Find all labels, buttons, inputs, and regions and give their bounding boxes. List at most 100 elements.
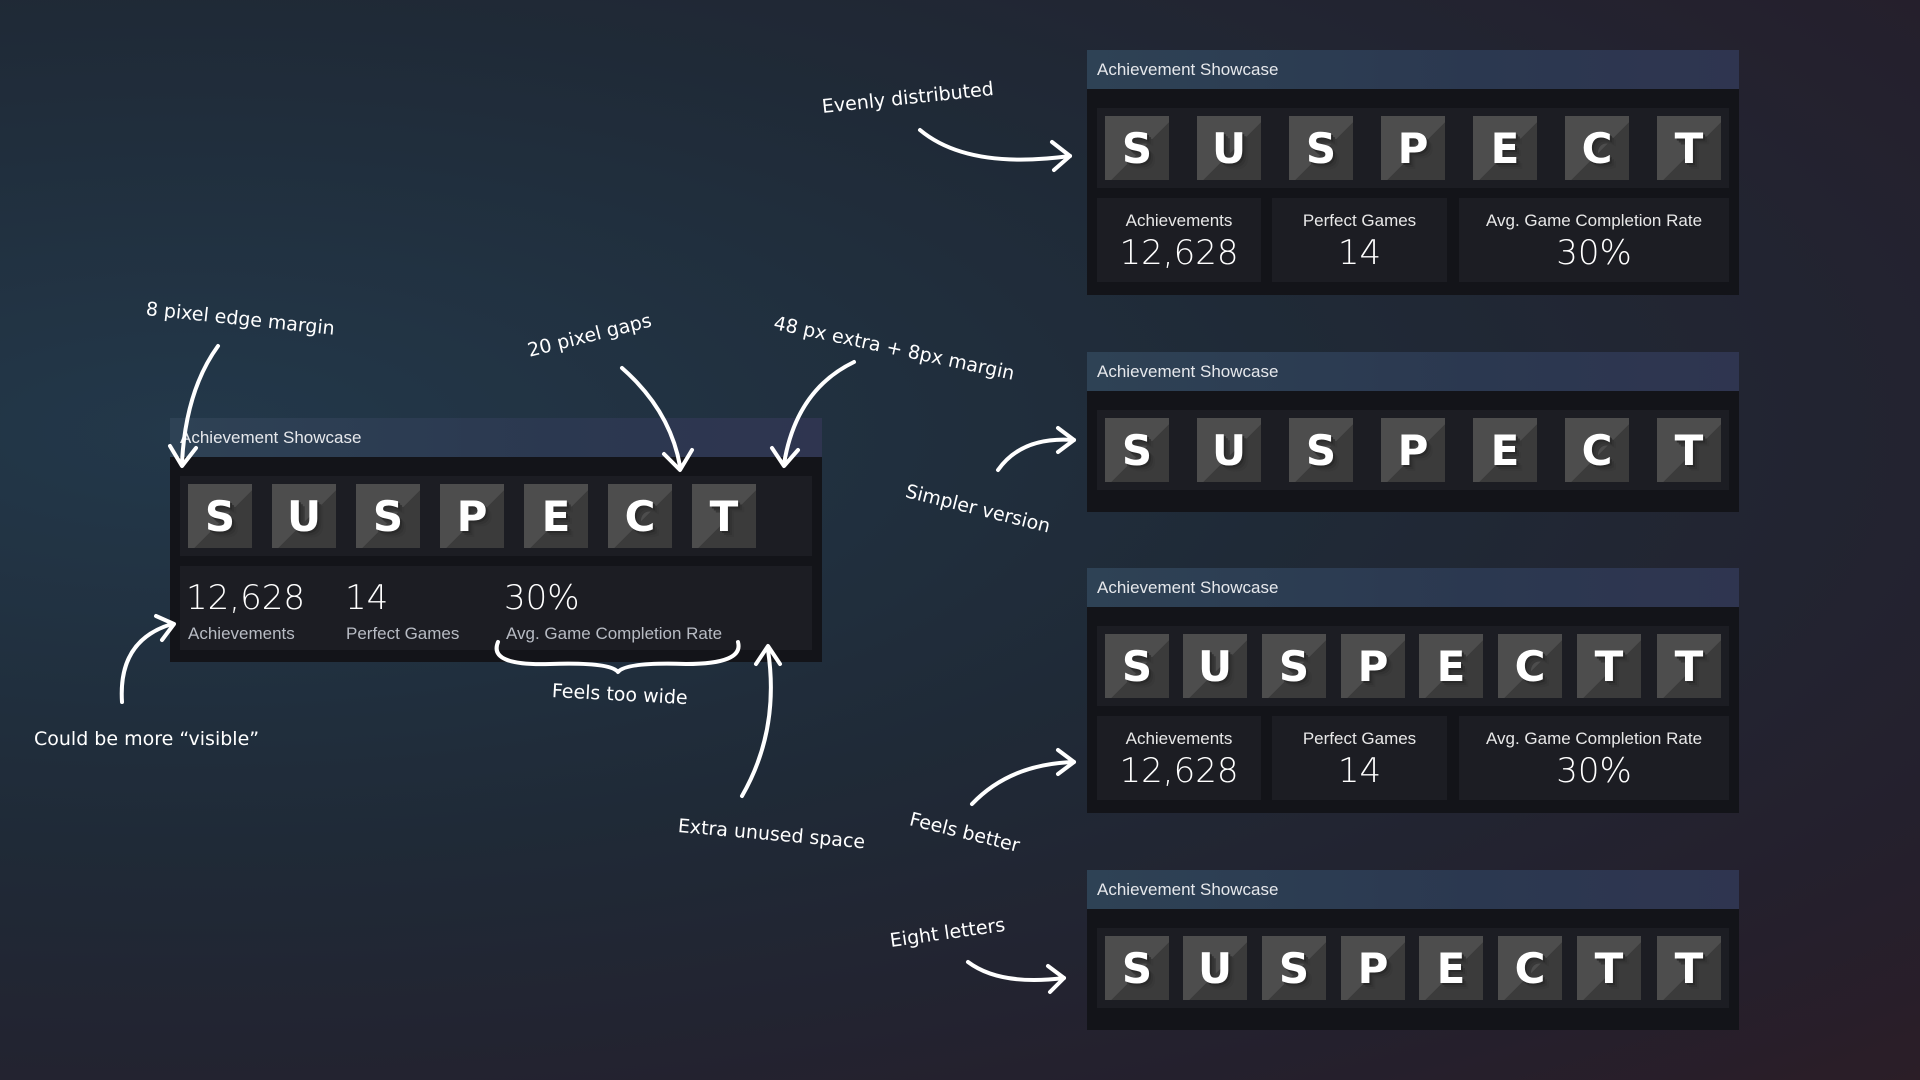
letter-tile: T bbox=[1657, 936, 1721, 1000]
letter: C bbox=[624, 491, 656, 541]
letter-tile: U bbox=[1183, 936, 1247, 1000]
letter: U bbox=[1211, 123, 1247, 173]
letter-tile: S bbox=[1262, 936, 1326, 1000]
letter: E bbox=[1490, 425, 1520, 475]
letter: U bbox=[1211, 425, 1247, 475]
arrow-more-visible bbox=[119, 622, 174, 704]
letter-tile: T bbox=[1657, 634, 1721, 698]
annotation-too-wide: Feels too wide bbox=[551, 680, 689, 710]
letter-tile: E bbox=[1473, 418, 1537, 482]
letter-row: S U S P E C T bbox=[1097, 108, 1729, 188]
letter-tile: P bbox=[1381, 418, 1445, 482]
stat-value: 12,628 bbox=[1119, 751, 1239, 791]
stat-achievements: Achievements 12,628 bbox=[1097, 198, 1261, 282]
letter-tile: U bbox=[1197, 418, 1261, 482]
showcase-eight-letters: Achievement Showcase S U S P E C T T bbox=[1087, 870, 1739, 1030]
letter: T bbox=[1594, 641, 1624, 691]
letter-tile: T bbox=[1657, 418, 1721, 482]
letter: E bbox=[541, 491, 571, 541]
letter: S bbox=[1121, 943, 1153, 993]
stat-perfect-games: Perfect Games 14 bbox=[1272, 716, 1447, 800]
stat-value: 30% bbox=[1556, 751, 1632, 791]
stat-value: 14 bbox=[1337, 751, 1382, 791]
letter-tile: E bbox=[1419, 936, 1483, 1000]
letter-tile: T bbox=[1657, 116, 1721, 180]
letter: P bbox=[1397, 425, 1429, 475]
letter-tile: S bbox=[356, 484, 420, 548]
letter: C bbox=[1514, 641, 1546, 691]
arrow-simpler-version bbox=[996, 437, 1076, 472]
arrow-unused-space bbox=[740, 648, 773, 798]
letter: T bbox=[709, 491, 739, 541]
letter-tile: E bbox=[524, 484, 588, 548]
letter-row: S U S P E C T T bbox=[1097, 928, 1729, 1008]
letter-tile: C bbox=[1565, 116, 1629, 180]
stat-achievements: Achievements 12,628 bbox=[1097, 716, 1261, 800]
showcase-header: Achievement Showcase bbox=[170, 418, 822, 457]
letter: U bbox=[1197, 641, 1233, 691]
stat-completion: Avg. Game Completion Rate 30% bbox=[1459, 198, 1729, 282]
letter: C bbox=[1581, 123, 1613, 173]
stat-completion: Avg. Game Completion Rate 30% bbox=[1459, 716, 1729, 800]
stat-label: Avg. Game Completion Rate bbox=[1485, 211, 1703, 230]
perfect-games-label: Perfect Games bbox=[346, 624, 460, 643]
letter-tile: C bbox=[1565, 418, 1629, 482]
letter-tile: E bbox=[1473, 116, 1537, 180]
letter: T bbox=[1674, 943, 1704, 993]
stat-label: Perfect Games bbox=[1302, 729, 1417, 748]
arrow-feels-better bbox=[970, 760, 1076, 806]
letter-tile: C bbox=[1498, 936, 1562, 1000]
showcase-header: Achievement Showcase bbox=[1087, 50, 1739, 89]
stat-value: 14 bbox=[1337, 233, 1382, 273]
letter: T bbox=[1674, 641, 1704, 691]
letter-tile: U bbox=[1197, 116, 1261, 180]
letter: S bbox=[1278, 943, 1310, 993]
annotation-edge-margin: 8 pixel edge margin bbox=[144, 298, 336, 340]
letter-tile: T bbox=[692, 484, 756, 548]
annotation-feels-better: Feels better bbox=[907, 808, 1022, 857]
annotation-unused-space: Extra unused space bbox=[677, 815, 866, 854]
stat-value: 12,628 bbox=[1119, 233, 1239, 273]
letter-tile: S bbox=[1289, 418, 1353, 482]
arrow-eight-letters bbox=[966, 960, 1066, 982]
showcase-evenly-distributed: Achievement Showcase S U S P E C T Achie… bbox=[1087, 50, 1739, 295]
showcase-simpler: Achievement Showcase S U S P E C T bbox=[1087, 352, 1739, 512]
letter: C bbox=[1581, 425, 1613, 475]
showcase-header: Achievement Showcase bbox=[1087, 568, 1739, 607]
letter-tile: U bbox=[272, 484, 336, 548]
stat-label: Perfect Games bbox=[1302, 211, 1417, 230]
letter: E bbox=[1436, 641, 1466, 691]
letter-tile: E bbox=[1419, 634, 1483, 698]
letter-row: S U S P E C T T bbox=[1097, 626, 1729, 706]
letter-tile: S bbox=[1289, 116, 1353, 180]
letter: P bbox=[1397, 123, 1429, 173]
letter: U bbox=[1197, 943, 1233, 993]
letter-tile: S bbox=[1105, 634, 1169, 698]
showcase-original: Achievement Showcase S U S P E C T 12,62… bbox=[170, 418, 822, 662]
letter-tile: S bbox=[1105, 418, 1169, 482]
letter: S bbox=[1305, 425, 1337, 475]
letter-tile: S bbox=[1262, 634, 1326, 698]
letter: S bbox=[372, 491, 404, 541]
completion-value: 30% bbox=[504, 578, 580, 618]
annotation-extra-margin: 48 px extra + 8px margin bbox=[771, 312, 1017, 385]
letter: P bbox=[1357, 943, 1389, 993]
annotation-evenly-distributed: Evenly distributed bbox=[820, 78, 995, 118]
letter-tile: U bbox=[1183, 634, 1247, 698]
letter: T bbox=[1674, 425, 1704, 475]
letter: S bbox=[1305, 123, 1337, 173]
letter: P bbox=[456, 491, 488, 541]
letter-tile: T bbox=[1577, 936, 1641, 1000]
letter: T bbox=[1594, 943, 1624, 993]
letter-tile: P bbox=[1341, 634, 1405, 698]
letter-tile: S bbox=[1105, 936, 1169, 1000]
letter-tile: C bbox=[1498, 634, 1562, 698]
letter-tile: P bbox=[1381, 116, 1445, 180]
letter-row: S U S P E C T bbox=[1097, 410, 1729, 490]
letter: S bbox=[1121, 123, 1153, 173]
completion-label: Avg. Game Completion Rate bbox=[506, 624, 723, 643]
letter: P bbox=[1357, 641, 1389, 691]
letter-tile: T bbox=[1577, 634, 1641, 698]
stat-label: Achievements bbox=[1125, 211, 1233, 230]
stat-value: 30% bbox=[1556, 233, 1632, 273]
